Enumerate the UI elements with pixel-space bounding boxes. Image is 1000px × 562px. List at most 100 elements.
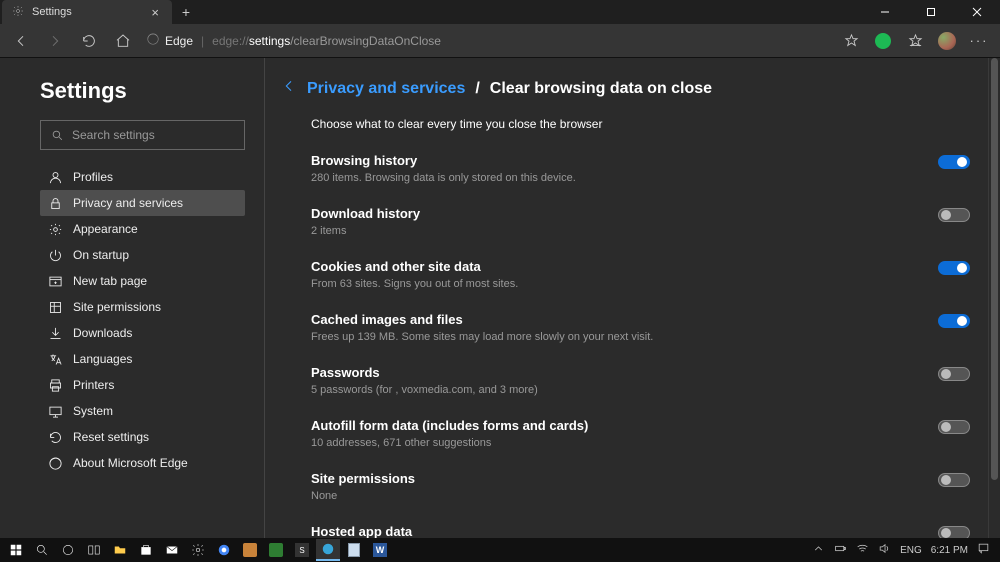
- close-window-button[interactable]: [954, 0, 1000, 24]
- sidebar-item-on-startup[interactable]: On startup: [40, 242, 245, 268]
- system-tray: ENG 6:21 PM: [812, 542, 996, 558]
- option-subtitle: 5 passwords (for , voxmedia.com, and 3 m…: [311, 384, 538, 396]
- profile-icon: [48, 170, 63, 185]
- tray-chevron-icon[interactable]: [812, 542, 825, 558]
- toggle-switch[interactable]: [938, 155, 970, 169]
- sidebar-item-profiles[interactable]: Profiles: [40, 164, 245, 190]
- sidebar-item-printers[interactable]: Printers: [40, 372, 245, 398]
- breadcrumb-link[interactable]: Privacy and services: [307, 80, 465, 98]
- vertical-scrollbar[interactable]: [988, 58, 1000, 538]
- sidebar-item-label: Printers: [73, 378, 114, 392]
- sidebar-item-new-tab-page[interactable]: New tab page: [40, 268, 245, 294]
- breadcrumb: Privacy and services / Clear browsing da…: [281, 78, 970, 99]
- notifications-icon[interactable]: [977, 542, 990, 558]
- settings-sidebar: Settings Search settings ProfilesPrivacy…: [0, 58, 265, 538]
- printer-icon: [48, 378, 63, 393]
- battery-icon[interactable]: [834, 542, 847, 558]
- option-row: Cached images and filesFrees up 139 MB. …: [311, 312, 970, 343]
- settings-taskbar-icon[interactable]: [186, 539, 210, 561]
- wifi-icon[interactable]: [856, 542, 869, 558]
- volume-icon[interactable]: [878, 542, 891, 558]
- home-button[interactable]: [108, 26, 138, 56]
- option-title: Cached images and files: [311, 312, 653, 327]
- browser-tab[interactable]: Settings ×: [2, 0, 172, 24]
- word-icon[interactable]: W: [368, 539, 392, 561]
- file-explorer-icon[interactable]: [108, 539, 132, 561]
- edge-icon: [146, 32, 160, 49]
- option-subtitle: None: [311, 490, 415, 502]
- sidebar-item-label: On startup: [73, 248, 129, 262]
- sidebar-item-system[interactable]: System: [40, 398, 245, 424]
- maximize-button[interactable]: [908, 0, 954, 24]
- toggle-switch[interactable]: [938, 367, 970, 381]
- minimize-button[interactable]: [862, 0, 908, 24]
- system-icon: [48, 404, 63, 419]
- site-name: Edge: [165, 34, 193, 48]
- toggle-switch[interactable]: [938, 314, 970, 328]
- sidebar-item-site-permissions[interactable]: Site permissions: [40, 294, 245, 320]
- windows-taskbar: S W ENG 6:21 PM: [0, 538, 1000, 562]
- forward-button[interactable]: [40, 26, 70, 56]
- new-tab-button[interactable]: +: [172, 0, 200, 24]
- option-row: Cookies and other site dataFrom 63 sites…: [311, 259, 970, 290]
- sidebar-item-about-microsoft-edge[interactable]: About Microsoft Edge: [40, 450, 245, 476]
- sidebar-item-label: Reset settings: [73, 430, 149, 444]
- tray-clock[interactable]: 6:21 PM: [931, 545, 968, 556]
- language-icon: [48, 352, 63, 367]
- edge-taskbar-icon[interactable]: [316, 539, 340, 561]
- extension-badge[interactable]: [868, 26, 898, 56]
- app-icon-2[interactable]: [264, 539, 288, 561]
- chrome-icon[interactable]: [212, 539, 236, 561]
- page-description: Choose what to clear every time you clos…: [311, 117, 970, 131]
- gear-icon: [12, 5, 24, 20]
- tray-language[interactable]: ENG: [900, 545, 922, 556]
- search-taskbar-button[interactable]: [30, 539, 54, 561]
- refresh-button[interactable]: [74, 26, 104, 56]
- start-button[interactable]: [4, 539, 28, 561]
- sidebar-item-languages[interactable]: Languages: [40, 346, 245, 372]
- scrollbar-thumb[interactable]: [991, 58, 998, 480]
- profile-avatar[interactable]: [938, 32, 956, 50]
- option-subtitle: From 63 sites. Signs you out of most sit…: [311, 278, 518, 290]
- download-icon: [48, 326, 63, 341]
- mail-icon[interactable]: [160, 539, 184, 561]
- breadcrumb-current: Clear browsing data on close: [490, 80, 712, 98]
- option-row: Autofill form data (includes forms and c…: [311, 418, 970, 449]
- option-title: Site permissions: [311, 471, 415, 486]
- power-icon: [48, 248, 63, 263]
- option-title: Passwords: [311, 365, 538, 380]
- app-icon-3[interactable]: S: [290, 539, 314, 561]
- search-settings-input[interactable]: Search settings: [40, 120, 245, 150]
- task-view-button[interactable]: [82, 539, 106, 561]
- sidebar-item-downloads[interactable]: Downloads: [40, 320, 245, 346]
- url-text: edge://settings/clearBrowsingDataOnClose: [212, 34, 441, 48]
- store-icon[interactable]: [134, 539, 158, 561]
- app-icon-1[interactable]: [238, 539, 262, 561]
- cortana-button[interactable]: [56, 539, 80, 561]
- sidebar-item-reset-settings[interactable]: Reset settings: [40, 424, 245, 450]
- sidebar-item-privacy-and-services[interactable]: Privacy and services: [40, 190, 245, 216]
- sidebar-item-appearance[interactable]: Appearance: [40, 216, 245, 242]
- appearance-icon: [48, 222, 63, 237]
- settings-content: Privacy and services / Clear browsing da…: [265, 58, 1000, 538]
- option-title: Download history: [311, 206, 420, 221]
- toggle-switch[interactable]: [938, 208, 970, 222]
- notepad-icon[interactable]: [342, 539, 366, 561]
- tab-close-button[interactable]: ×: [148, 5, 162, 20]
- titlebar: Settings × +: [0, 0, 1000, 24]
- back-button[interactable]: [6, 26, 36, 56]
- address-box[interactable]: Edge | edge://settings/clearBrowsingData…: [146, 32, 441, 49]
- tab-title: Settings: [32, 6, 72, 18]
- favorites-list-button[interactable]: [900, 26, 930, 56]
- favorite-button[interactable]: [836, 26, 866, 56]
- toggle-switch[interactable]: [938, 526, 970, 538]
- toggle-switch[interactable]: [938, 473, 970, 487]
- toggle-switch[interactable]: [938, 261, 970, 275]
- option-row: Passwords 5 passwords (for , voxmedia.com…: [311, 365, 970, 396]
- more-button[interactable]: ···: [964, 26, 994, 56]
- toggle-switch[interactable]: [938, 420, 970, 434]
- lock-icon: [48, 196, 63, 211]
- breadcrumb-back-button[interactable]: [281, 78, 297, 99]
- sidebar-item-label: Appearance: [73, 222, 138, 236]
- option-row: Hosted app data5 apps: Excel, Microsoft …: [311, 524, 970, 538]
